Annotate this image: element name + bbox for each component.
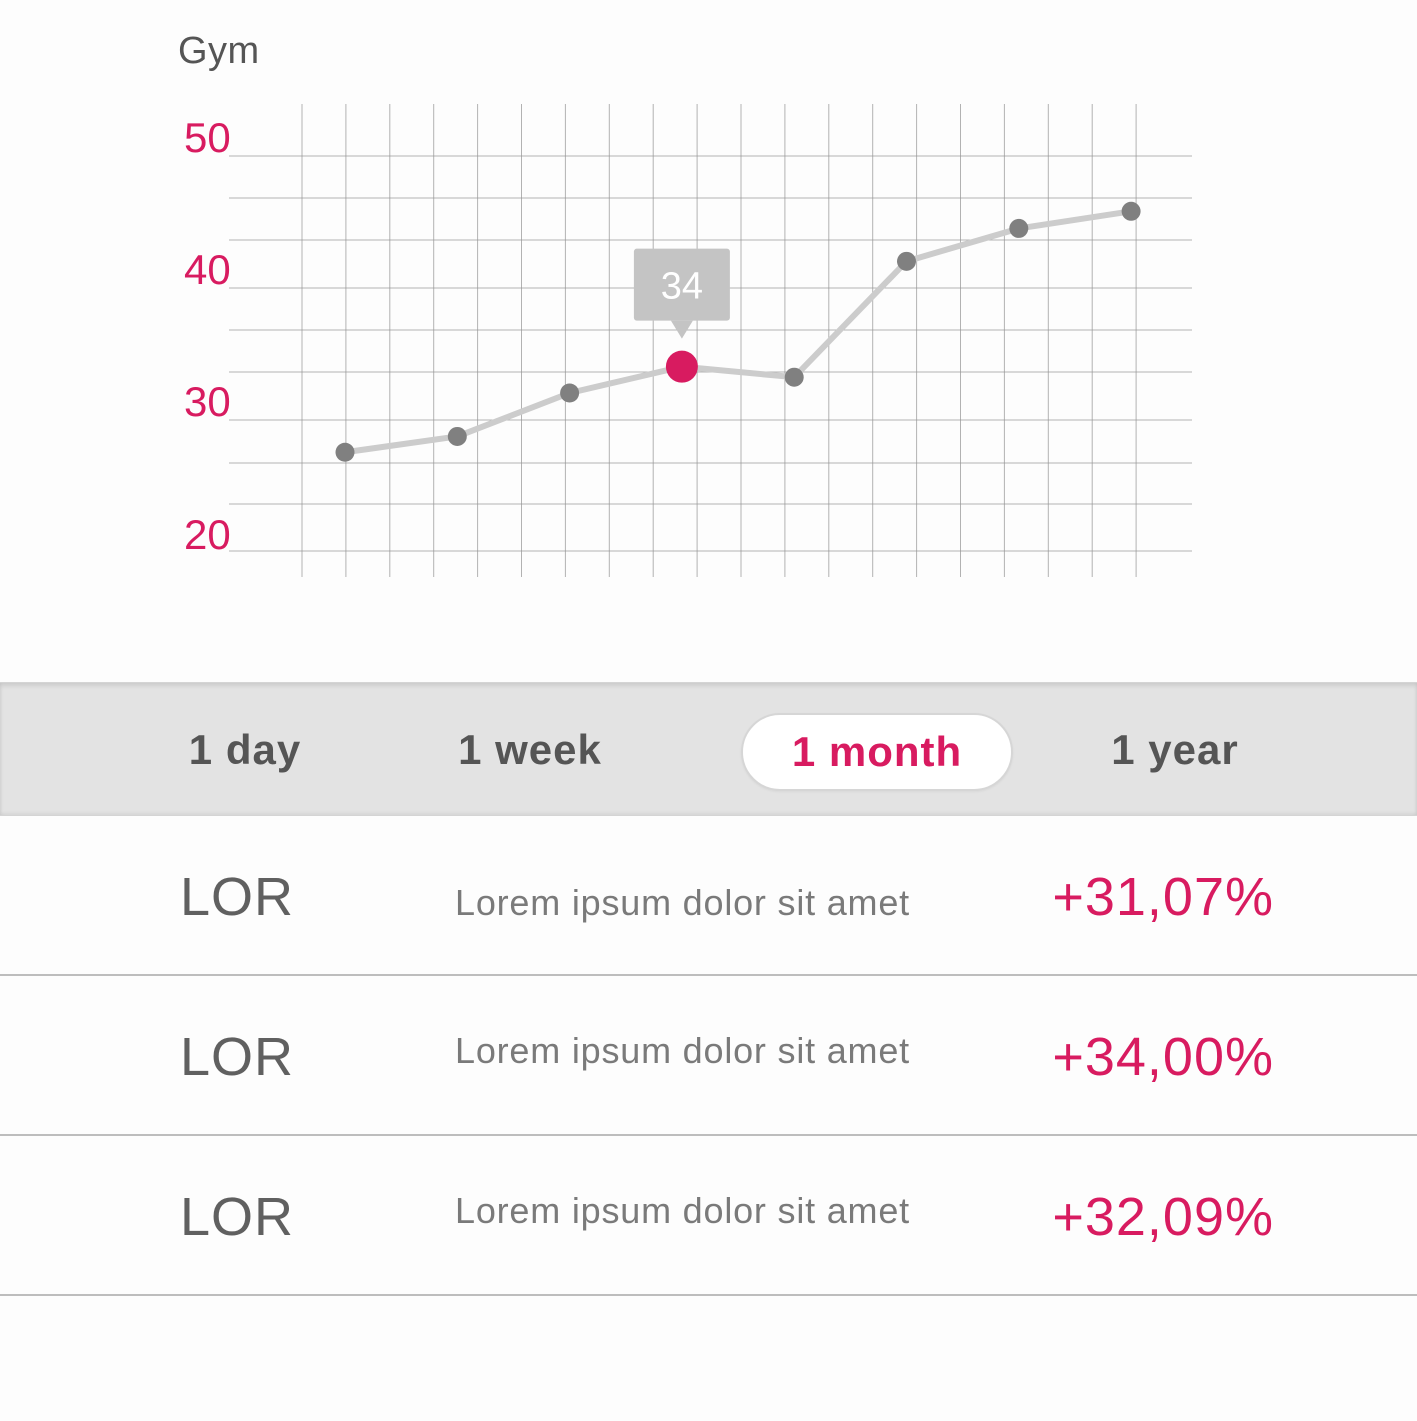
data-point[interactable] <box>447 426 467 446</box>
list-item[interactable]: LOR Lorem ipsum dolor sit amet +34,00% <box>0 976 1417 1136</box>
data-point[interactable] <box>784 367 804 387</box>
series-line <box>342 208 1135 456</box>
row-change: +31,07% <box>1052 867 1274 927</box>
list-item[interactable]: LOR Lorem ipsum dolor sit amet +32,09% <box>0 1136 1417 1296</box>
data-point[interactable] <box>1009 218 1029 238</box>
row-change: +32,09% <box>1052 1187 1274 1247</box>
data-point-highlighted[interactable] <box>665 350 698 383</box>
y-tick-label: 30 <box>184 378 231 425</box>
tooltip-value: 34 <box>661 266 703 308</box>
line-chart: 50 40 30 20 34 <box>184 104 1192 577</box>
chart-grid <box>229 104 1192 577</box>
data-point[interactable] <box>1121 201 1141 221</box>
tab-1-year[interactable]: 1 year <box>1080 713 1270 787</box>
data-point[interactable] <box>335 442 355 462</box>
tab-1-day[interactable]: 1 day <box>150 713 340 787</box>
row-change: +34,00% <box>1052 1027 1274 1087</box>
row-description: Lorem ipsum dolor sit amet <box>455 1190 910 1231</box>
data-points <box>335 201 1141 462</box>
y-tick-label: 40 <box>184 246 231 293</box>
tab-1-month[interactable]: 1 month <box>741 713 1013 791</box>
chart-section: Gym 50 40 30 20 34 <box>0 0 1417 660</box>
list-item[interactable]: LOR Lorem ipsum dolor sit amet +31,07% <box>0 816 1417 976</box>
row-description: Lorem ipsum dolor sit amet <box>455 1030 910 1071</box>
time-range-selector: 1 day 1 week 1 month 1 year <box>0 682 1417 816</box>
data-point[interactable] <box>560 383 580 403</box>
y-tick-label: 20 <box>184 511 231 558</box>
value-tooltip: 34 <box>633 248 730 339</box>
y-tick-label: 50 <box>184 114 231 161</box>
data-point[interactable] <box>897 251 916 271</box>
results-list: LOR Lorem ipsum dolor sit amet +31,07% L… <box>0 816 1417 1296</box>
row-description: Lorem ipsum dolor sit amet <box>455 882 910 923</box>
tab-1-week[interactable]: 1 week <box>430 713 630 787</box>
series-line-path <box>342 208 1135 456</box>
row-code: LOR <box>180 867 295 927</box>
y-axis-ticks: 50 40 30 20 <box>184 114 231 558</box>
row-code: LOR <box>180 1187 295 1247</box>
row-code: LOR <box>180 1027 295 1087</box>
